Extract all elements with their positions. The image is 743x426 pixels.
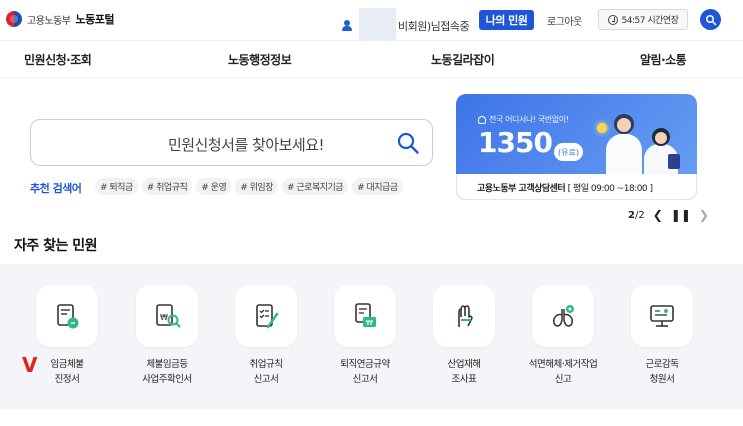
logout-link[interactable]: 로그아웃 xyxy=(547,10,582,30)
industrial-accident-icon xyxy=(433,285,495,347)
tag-substitute-payment[interactable]: # 대지급금 xyxy=(352,178,403,195)
employer-confirmation-icon: ₩ xyxy=(136,285,198,347)
nav-item-labor-admin[interactable]: 노동행정정보 xyxy=(228,51,292,68)
clipboard-icon xyxy=(668,154,680,169)
nav-item-notice[interactable]: 알림·소통 xyxy=(640,51,687,68)
pause-icon[interactable]: ❚❚ xyxy=(671,208,691,222)
user-name-redacted xyxy=(359,8,396,41)
session-extend-label: 54:57 시간연장 xyxy=(621,16,679,26)
pager-counter: 2/2 xyxy=(628,210,645,221)
frequent-petitions-section: V 임금체불 진정서 ₩ 체불임금등 사업주확인서 취업규칙 신고서 ₩ 퇴직연… xyxy=(0,264,743,409)
service-labor-inspection[interactable]: 근로감독 청원서 xyxy=(612,285,712,387)
session-extend-button[interactable]: 54:57 시간연장 xyxy=(598,9,688,30)
counselor-face xyxy=(655,132,667,144)
tag-severance[interactable]: # 퇴직금 xyxy=(95,178,138,195)
svg-text:₩: ₩ xyxy=(366,319,373,327)
tag-employment-rules[interactable]: # 취업규칙 xyxy=(141,178,193,195)
service-label: 산업재해 조사표 xyxy=(447,359,481,385)
logo-small-text: 고용노동부 xyxy=(27,15,71,27)
service-label: 석면해체·제거작업 신고 xyxy=(528,359,598,385)
service-label: 체불임금등 사업주확인서 xyxy=(142,359,192,385)
service-employer-confirmation[interactable]: ₩ 체불임금등 사업주확인서 xyxy=(117,285,217,387)
service-label: 취업규칙 신고서 xyxy=(249,359,283,385)
frequent-petitions-title: 자주 찾는 민원 xyxy=(14,238,98,254)
headset-icon xyxy=(478,115,486,124)
banner-caption: 고용노동부 고객상담센터 [ 평일 09:00 ~18:00 ] xyxy=(477,181,653,194)
service-label: 퇴직연금규약 신고서 xyxy=(340,359,390,385)
logo-main-text: 노동포털 xyxy=(75,13,115,26)
service-label: 임금체불 진정서 xyxy=(50,359,84,385)
prev-icon[interactable]: ❮ xyxy=(653,208,663,222)
user-icon xyxy=(342,20,352,32)
banner-pager: 2/2 ❮ ❚❚ ❯ xyxy=(628,208,709,222)
banner-subtitle-text: 전국 어디서나! 국번없이! xyxy=(489,115,569,124)
ministry-emblem-icon xyxy=(6,11,22,27)
asbestos-icon xyxy=(532,285,594,347)
call-center-banner[interactable]: 전국 어디서나! 국번없이! 1350 (유료) 고용노동부 고객상담센터 [ … xyxy=(456,94,697,200)
pager-total: /2 xyxy=(634,209,645,221)
search-icon[interactable] xyxy=(396,131,420,155)
service-label: 근로감독 청원서 xyxy=(645,359,679,385)
lightbulb-icon xyxy=(597,123,607,133)
top-bar: 고용노동부 노동포털 비회원)님접속중 나의 민원 로그아웃 54:57 시간연… xyxy=(0,0,743,41)
main-nav: 민원신청·조회 노동행정정보 노동길라잡이 알림·소통 xyxy=(0,40,743,78)
user-info: 비회원)님접속중 xyxy=(342,8,470,41)
service-wage-arrears[interactable]: 임금체불 진정서 xyxy=(17,285,117,387)
consultant-illustration xyxy=(606,134,642,174)
service-asbestos[interactable]: 석면해체·제거작업 신고 xyxy=(513,285,613,387)
clock-icon xyxy=(607,14,618,25)
next-icon[interactable]: ❯ xyxy=(699,208,709,222)
service-industrial-accident[interactable]: 산업재해 조사표 xyxy=(414,285,514,387)
ministry-logo[interactable]: 고용노동부 노동포털 xyxy=(6,11,114,27)
top-search-button[interactable] xyxy=(700,9,721,30)
wage-arrears-icon xyxy=(36,285,98,347)
petition-search-box[interactable]: 민원신청서를 찾아보세요! xyxy=(30,119,433,166)
banner-caption-hours: [ 평일 09:00 ~18:00 ] xyxy=(567,184,653,194)
recommended-keywords-label: 추천 검색어 xyxy=(30,182,82,195)
tag-welfare-fund[interactable]: # 근로복지기금 xyxy=(282,178,349,195)
paid-badge: (유료) xyxy=(554,143,583,161)
nav-item-labor-guide[interactable]: 노동길라잡이 xyxy=(431,51,495,68)
search-input-placeholder[interactable]: 민원신청서를 찾아보세요! xyxy=(31,134,371,155)
search-icon xyxy=(705,14,716,25)
nav-item-petition[interactable]: 민원신청·조회 xyxy=(24,51,92,68)
retirement-pension-icon: ₩ xyxy=(334,285,396,347)
employment-rules-icon xyxy=(235,285,297,347)
service-retirement-pension[interactable]: ₩ 퇴직연금규약 신고서 xyxy=(315,285,415,387)
call-center-number: 1350 xyxy=(478,126,553,159)
consultant-face xyxy=(617,118,631,132)
pager-current: 2 xyxy=(628,209,635,221)
tag-power-of-attorney[interactable]: # 위임장 xyxy=(235,178,278,195)
banner-caption-bar: 고용노동부 고객상담센터 [ 평일 09:00 ~18:00 ] xyxy=(456,174,697,200)
labor-inspection-icon xyxy=(631,285,693,347)
tag-operation[interactable]: # 운영 xyxy=(196,178,232,195)
banner-subtitle: 전국 어디서나! 국번없이! xyxy=(478,114,569,125)
my-petition-button[interactable]: 나의 민원 xyxy=(479,10,534,30)
banner-caption-title: 고용노동부 고객상담센터 xyxy=(477,184,566,194)
recommended-tags: # 퇴직금 # 취업규칙 # 운영 # 위임장 # 근로복지기금 # 대지급금 xyxy=(95,178,403,195)
svg-text:₩: ₩ xyxy=(160,313,168,322)
user-status-text: 비회원)님접속중 xyxy=(398,20,470,33)
service-employment-rules[interactable]: 취업규칙 신고서 xyxy=(216,285,316,387)
